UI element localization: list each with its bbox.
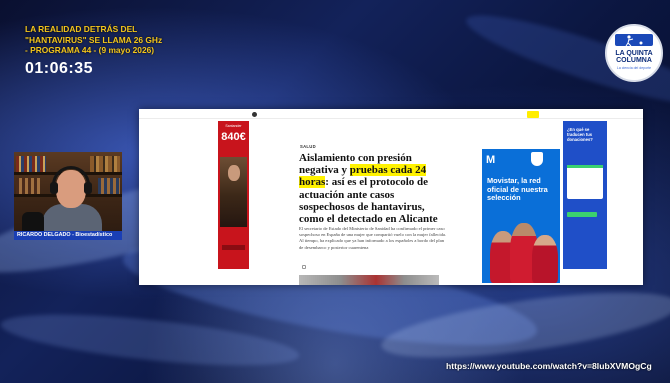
webcam-feed: RICARDO DELGADO - Bioestadístico [14, 152, 122, 240]
subscribe-button[interactable] [527, 111, 539, 118]
ad-image [220, 157, 247, 227]
logo-text: LA QUINTA [615, 50, 653, 57]
video-frame: LA REALIDAD DETRÁS DEL "HANTAVIRUS" SE L… [0, 0, 670, 383]
books [90, 156, 120, 172]
logo-tagline: La ciencia del deporte [616, 66, 652, 70]
ad-headline: Movistar, la red oficial de nuestra sele… [487, 176, 548, 203]
movistar-logo-icon: M [486, 154, 496, 166]
soccer-player-icon [615, 34, 653, 46]
ad-player [532, 235, 558, 283]
site-header [139, 109, 643, 119]
donation-ad[interactable]: ¿En qué se traducen tus donaciones? [563, 121, 607, 269]
ad-card-bar [567, 165, 603, 168]
movistar-ad[interactable]: M Movistar, la red oficial de nuestra se… [482, 149, 560, 283]
program-title-line: LA REALIDAD DETRÁS DEL [25, 24, 138, 34]
ad-headline: ¿En qué se traducen tus donaciones? [567, 127, 593, 143]
shared-browser-window: Santander 840€ SALUD Aislamiento con pre… [139, 109, 643, 285]
video-timer: 01:06:35 [25, 60, 94, 77]
ad-brand: Santander [225, 124, 242, 128]
video-url: https://www.youtube.com/watch?v=8lubXVMO… [446, 361, 652, 371]
federation-crest-icon [531, 152, 543, 166]
site-logo-icon [252, 112, 257, 117]
books [16, 156, 46, 172]
books [98, 178, 120, 194]
ad-person [228, 165, 240, 181]
speaker-name-bar: RICARDO DELGADO - Bioestadístico [14, 231, 122, 240]
headset-earcup [50, 182, 58, 194]
program-title-line: - PROGRAMA 44 - (9 mayo 2026) [25, 45, 155, 56]
books [16, 178, 40, 194]
ad-cta-button[interactable] [222, 245, 245, 250]
article-photo [299, 275, 439, 285]
ad-cta-button[interactable] [567, 212, 597, 217]
share-icon[interactable] [302, 265, 306, 269]
program-title: LA REALIDAD DETRÁS DEL "HANTAVIRUS" SE L… [25, 24, 195, 56]
program-title-line: "HANTAVIRUS" SE LLAMA 26 GHz [25, 34, 163, 45]
article-headline[interactable]: Aislamiento con presión negativa y prueb… [299, 152, 449, 225]
article-section: SALUD [300, 144, 316, 149]
article-summary: El secretario de Estado del Ministerio d… [299, 226, 447, 250]
santander-ad[interactable]: Santander 840€ [218, 121, 249, 269]
headset-earcup [84, 182, 92, 194]
channel-logo: LA QUINTA COLUMNA La ciencia del deporte [605, 24, 663, 82]
ad-price: 840€ [221, 131, 246, 143]
ad-card [567, 165, 603, 199]
logo-text: COLUMNA [616, 57, 652, 64]
